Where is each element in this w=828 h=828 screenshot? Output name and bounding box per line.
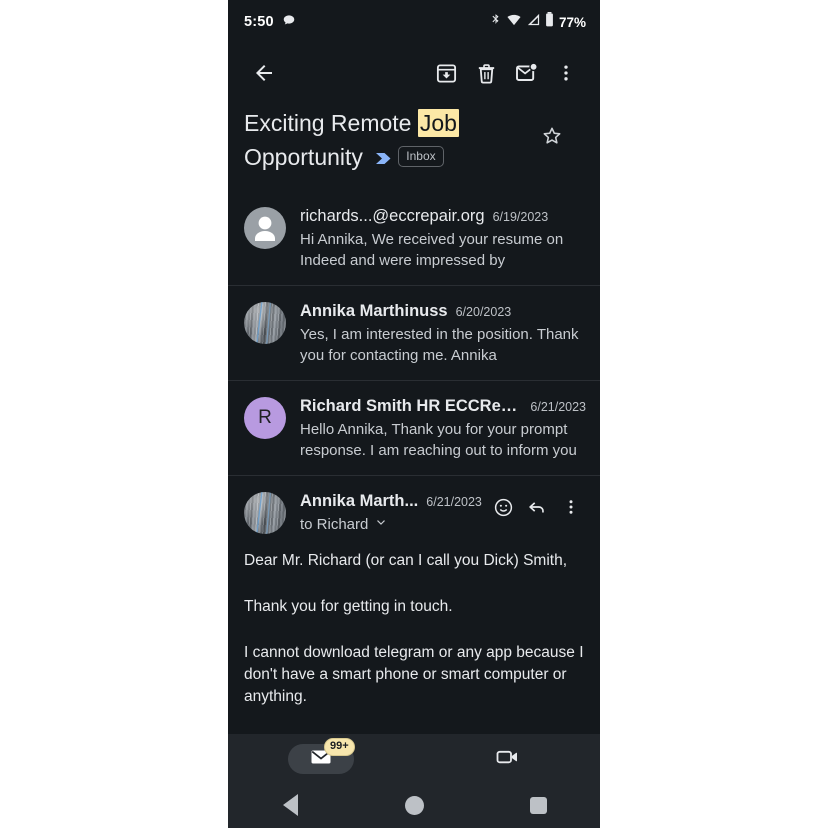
mark-unread-button[interactable] xyxy=(506,53,546,93)
subject-row: Exciting Remote Job Opportunity Inbox xyxy=(228,102,600,191)
mail-tab-pill: 99+ xyxy=(288,738,355,774)
page-title: Exciting Remote Job Opportunity Inbox xyxy=(244,106,534,177)
back-triangle-icon xyxy=(282,794,298,816)
message-sender: richards...@eccrepair.org xyxy=(300,207,485,226)
tab-meet[interactable] xyxy=(447,739,567,779)
subject-text-part2: Opportunity xyxy=(244,144,363,170)
message-snippet: Hi Annika, We received your resume on In… xyxy=(300,231,564,270)
avatar xyxy=(244,492,286,535)
app-toolbar xyxy=(228,44,600,102)
table-row[interactable]: R Richard Smith HR ECCRepai... 6/21/2023… xyxy=(228,380,600,475)
status-bar: 5:50 77% xyxy=(228,0,600,44)
expanded-message-meta: Annika Marth... 6/21/2023 to Richard xyxy=(300,492,482,534)
message-body: Annika Marthinuss 6/20/2023 Yes, I am in… xyxy=(300,302,586,366)
archive-button[interactable] xyxy=(426,53,466,93)
delete-button[interactable] xyxy=(466,53,506,93)
video-call-icon xyxy=(495,745,519,774)
message-header: Richard Smith HR ECCRepai... 6/21/2023 xyxy=(300,397,586,416)
status-bar-right: 77% xyxy=(489,12,586,32)
message-snippet: Hello Annika, Thank you for your prompt … xyxy=(300,421,577,460)
system-recents-button[interactable] xyxy=(508,785,568,825)
home-circle-icon xyxy=(404,795,424,815)
avatar xyxy=(244,207,286,250)
message-sender: Annika Marthinuss xyxy=(300,302,448,321)
system-home-button[interactable] xyxy=(384,785,444,825)
message-content: Dear Mr. Richard (or can I call you Dick… xyxy=(228,538,600,708)
message-date: 6/21/2023 xyxy=(530,400,586,415)
system-back-button[interactable] xyxy=(260,785,320,825)
table-row[interactable]: Annika Marthinuss 6/20/2023 Yes, I am in… xyxy=(228,285,600,380)
message-date: 6/20/2023 xyxy=(455,305,512,320)
subject-text-part1: Exciting Remote xyxy=(244,110,418,136)
meet-tab-pill xyxy=(474,744,540,774)
add-reaction-icon[interactable] xyxy=(488,492,518,522)
star-icon[interactable] xyxy=(534,118,570,154)
screenshot-canvas: 5:50 77% Exciting Remote Job Opportunity… xyxy=(0,0,828,828)
chat-bubble-icon xyxy=(282,13,296,32)
message-paragraph: I cannot download telegram or any app be… xyxy=(244,644,584,706)
wifi-icon xyxy=(506,12,522,32)
message-date: 6/21/2023 xyxy=(426,495,482,510)
system-navigation-bar xyxy=(228,782,600,828)
tab-mail[interactable]: 99+ xyxy=(261,738,381,779)
status-time: 5:50 xyxy=(244,14,274,30)
status-bar-left: 5:50 xyxy=(244,13,296,32)
more-options-icon[interactable] xyxy=(556,492,586,522)
expanded-message: Annika Marth... 6/21/2023 to Richard xyxy=(228,475,600,538)
message-paragraph: Thank you for getting in touch. xyxy=(244,598,453,616)
message-paragraph: Dear Mr. Richard (or can I call you Dick… xyxy=(244,552,568,570)
expanded-message-header: Annika Marth... 6/21/2023 to Richard xyxy=(244,492,586,535)
bluetooth-icon xyxy=(489,12,502,32)
message-body: Richard Smith HR ECCRepai... 6/21/2023 H… xyxy=(300,397,586,461)
message-thread: richards...@eccrepair.org 6/19/2023 Hi A… xyxy=(228,191,600,734)
message-body: richards...@eccrepair.org 6/19/2023 Hi A… xyxy=(300,207,586,271)
bottom-navigation: 99+ xyxy=(228,734,600,782)
message-header: richards...@eccrepair.org 6/19/2023 xyxy=(300,207,586,226)
message-sender: Richard Smith HR ECCRepai... xyxy=(300,397,523,416)
mail-unread-badge: 99+ xyxy=(324,738,355,756)
more-options-button[interactable] xyxy=(546,53,586,93)
recipients-toggle[interactable]: to Richard xyxy=(300,515,482,533)
chevron-down-icon xyxy=(374,515,388,533)
table-row[interactable]: richards...@eccrepair.org 6/19/2023 Hi A… xyxy=(228,191,600,285)
avatar: R xyxy=(244,397,286,440)
recents-square-icon xyxy=(529,796,547,814)
message-snippet: Yes, I am interested in the position. Th… xyxy=(300,326,579,365)
avatar xyxy=(244,302,286,345)
battery-percent: 77% xyxy=(558,14,586,30)
message-header: Annika Marthinuss 6/20/2023 xyxy=(300,302,586,321)
phone-screen: 5:50 77% Exciting Remote Job Opportunity… xyxy=(228,0,600,828)
back-button[interactable] xyxy=(244,53,284,93)
message-date: 6/19/2023 xyxy=(492,210,549,225)
reply-icon[interactable] xyxy=(522,492,552,522)
recipients-label: to Richard xyxy=(300,515,369,533)
message-header: Annika Marth... 6/21/2023 xyxy=(300,492,482,511)
important-marker-icon[interactable] xyxy=(375,140,393,174)
message-sender: Annika Marth... xyxy=(300,492,419,511)
battery-icon xyxy=(545,12,554,32)
subject-highlight: Job xyxy=(417,109,459,137)
cellular-signal-icon xyxy=(526,12,541,32)
label-chip-inbox[interactable]: Inbox xyxy=(398,146,444,168)
expanded-message-actions xyxy=(482,492,586,534)
